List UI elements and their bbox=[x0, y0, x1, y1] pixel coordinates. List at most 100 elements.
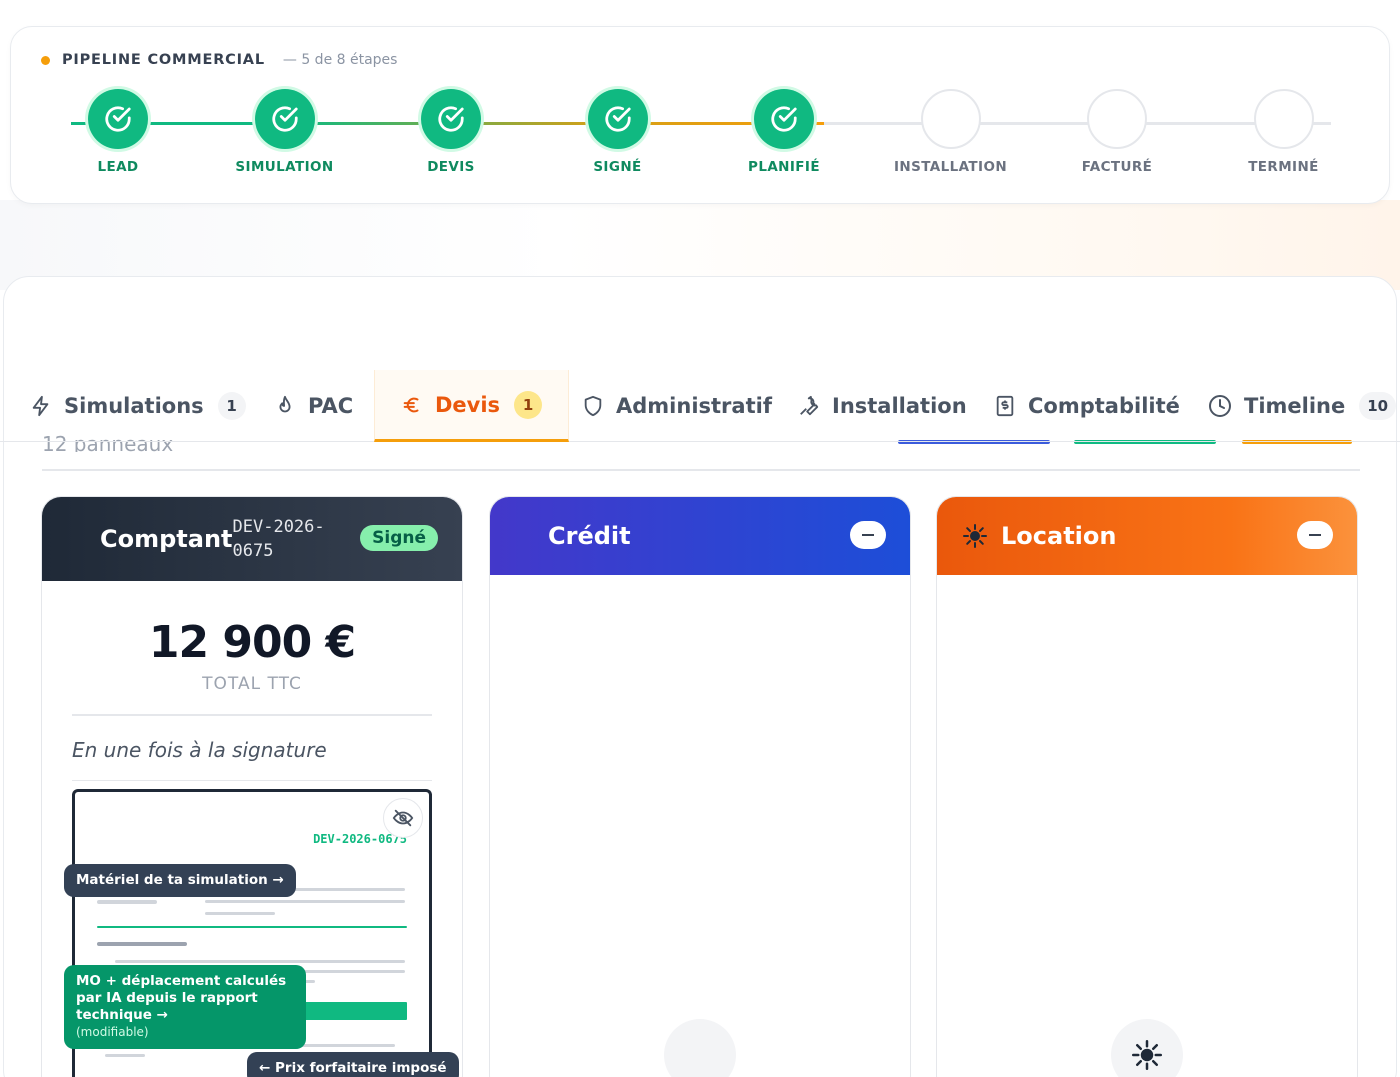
tab-label: Administratif bbox=[616, 394, 772, 418]
step-label: INSTALLATION bbox=[893, 159, 1008, 175]
eye-off-icon bbox=[392, 809, 414, 827]
tooltip-fixed-price[interactable]: ← Prix forfaitaire imposé bbox=[247, 1052, 459, 1077]
step-done-circle bbox=[254, 89, 315, 149]
card-title: Location bbox=[1001, 522, 1117, 550]
check-icon bbox=[105, 106, 131, 132]
preview-rule bbox=[97, 926, 407, 928]
card-title: Comptant bbox=[100, 525, 233, 553]
tab-bar: Simulations 1 PAC Devis 1 Administratif … bbox=[0, 370, 1400, 442]
bolt-icon bbox=[32, 395, 49, 417]
quote-card-cash[interactable]: Comptant DEV-2026-0675 Signé 12 900 € TO… bbox=[41, 496, 463, 1077]
step-done-circle bbox=[754, 89, 814, 149]
pipeline-step-2[interactable]: SIMULATION bbox=[205, 89, 365, 175]
card-title: Crédit bbox=[548, 522, 631, 550]
flame-icon bbox=[279, 395, 291, 413]
tab-installation[interactable]: Installation bbox=[798, 370, 967, 442]
tab-label: Installation bbox=[832, 394, 967, 418]
clock-icon bbox=[1209, 395, 1231, 417]
pipeline-status-dot bbox=[41, 55, 50, 65]
step-label: FACTURÉ bbox=[1081, 159, 1153, 175]
step-pending-circle bbox=[1253, 89, 1314, 149]
blurred-text bbox=[97, 900, 157, 904]
tooltip-material[interactable]: Matériel de ta simulation → bbox=[64, 864, 296, 897]
pipeline-step-5[interactable]: PLANIFIÉ bbox=[704, 89, 864, 175]
tab-pac[interactable]: PAC bbox=[274, 370, 353, 442]
tab-count-badge: 1 bbox=[217, 392, 246, 420]
tab-label: Timeline bbox=[1244, 394, 1346, 418]
status-badge: Signé bbox=[360, 525, 438, 551]
divider bbox=[72, 714, 432, 716]
hide-preview-button[interactable] bbox=[383, 798, 423, 838]
step-label: PLANIFIÉ bbox=[748, 159, 820, 175]
blurred-text bbox=[115, 960, 405, 963]
tab-devis[interactable]: Devis 1 bbox=[374, 370, 570, 442]
step-done-circle bbox=[587, 89, 648, 149]
tab-administratif[interactable]: Administratif bbox=[582, 370, 772, 442]
collapse-button[interactable] bbox=[1297, 521, 1333, 549]
blurred-text bbox=[205, 900, 405, 903]
step-pending-circle bbox=[1087, 89, 1147, 149]
tab-timeline[interactable]: Timeline 10 bbox=[1208, 370, 1397, 442]
tooltip-material-text: Matériel de ta simulation → bbox=[76, 872, 284, 888]
step-pending-circle bbox=[920, 89, 981, 149]
pipeline-title: PIPELINE COMMERCIAL bbox=[62, 52, 265, 68]
empty-state-icon bbox=[664, 1019, 736, 1077]
pipeline-step-1[interactable]: LEAD bbox=[38, 89, 198, 175]
step-label: LEAD bbox=[97, 159, 139, 175]
check-icon bbox=[271, 106, 298, 132]
blurred-text bbox=[105, 1054, 145, 1057]
shield-icon bbox=[584, 395, 602, 417]
payment-note: En une fois à la signature bbox=[72, 737, 327, 762]
step-label: SIGNÉ bbox=[593, 159, 642, 175]
sun-icon bbox=[1132, 1040, 1162, 1070]
quote-reference: DEV-2026-0675 bbox=[232, 517, 325, 561]
step-label: TERMINÉ bbox=[1248, 159, 1319, 175]
tooltip-labor-note: (modifiable) bbox=[76, 1025, 149, 1039]
step-label: DEVIS bbox=[427, 159, 475, 175]
tab-count-badge: 10 bbox=[1359, 392, 1397, 420]
divider bbox=[72, 779, 432, 781]
tab-label: PAC bbox=[308, 394, 354, 418]
tab-label: Simulations bbox=[64, 394, 204, 418]
tab-comptabilite[interactable]: Comptabilité bbox=[994, 370, 1180, 442]
section-divider bbox=[42, 469, 1360, 471]
tab-simulations[interactable]: Simulations 1 bbox=[30, 370, 246, 442]
quote-card-credit[interactable]: Crédit bbox=[489, 496, 911, 1077]
collapse-button[interactable] bbox=[850, 521, 886, 549]
card-header: Crédit bbox=[490, 497, 910, 575]
pipeline-progress: — 5 de 8 étapes bbox=[282, 52, 398, 68]
tab-label: Devis bbox=[435, 392, 501, 417]
sun-icon bbox=[963, 524, 987, 548]
quote-card-rental[interactable]: Location bbox=[936, 496, 1358, 1077]
blurred-text bbox=[205, 912, 275, 915]
receipt-icon bbox=[996, 395, 1014, 417]
minus-icon bbox=[862, 533, 874, 537]
tab-label: Comptabilité bbox=[1028, 394, 1180, 418]
empty-state-sun bbox=[1111, 1019, 1183, 1077]
total-amount: 12 900 € bbox=[148, 617, 356, 668]
step-done-circle bbox=[88, 89, 148, 149]
total-amount-label: TOTAL TTC bbox=[202, 674, 302, 694]
step-done-circle bbox=[421, 89, 481, 149]
tooltip-fixed-price-text: ← Prix forfaitaire imposé bbox=[259, 1060, 447, 1076]
pipeline-header: PIPELINE COMMERCIAL — 5 de 8 étapes bbox=[41, 52, 397, 68]
pipeline-step-7[interactable]: FACTURÉ bbox=[1037, 89, 1197, 175]
minus-icon bbox=[1309, 533, 1321, 537]
check-icon bbox=[604, 106, 631, 132]
pipeline-step-8[interactable]: TERMINÉ bbox=[1204, 89, 1364, 175]
tooltip-labor-text: MO + déplacement calculés par IA depuis … bbox=[76, 973, 287, 1023]
tab-count-badge: 1 bbox=[514, 390, 543, 419]
card-header: Comptant DEV-2026-0675 Signé bbox=[42, 497, 462, 581]
blurred-heading bbox=[97, 942, 187, 946]
pipeline-step-3[interactable]: DEVIS bbox=[371, 89, 531, 175]
step-label: SIMULATION bbox=[235, 159, 334, 175]
card-header: Location bbox=[937, 497, 1357, 575]
pipeline-step-4[interactable]: SIGNÉ bbox=[538, 89, 698, 175]
euro-icon bbox=[403, 397, 419, 412]
check-icon bbox=[438, 106, 464, 132]
tooltip-labor[interactable]: MO + déplacement calculés par IA depuis … bbox=[64, 965, 306, 1049]
check-icon bbox=[771, 106, 797, 132]
wrench-icon bbox=[800, 395, 819, 416]
pipeline-card: PIPELINE COMMERCIAL — 5 de 8 étapes LEAD… bbox=[10, 26, 1390, 204]
pipeline-step-6[interactable]: INSTALLATION bbox=[871, 89, 1031, 175]
